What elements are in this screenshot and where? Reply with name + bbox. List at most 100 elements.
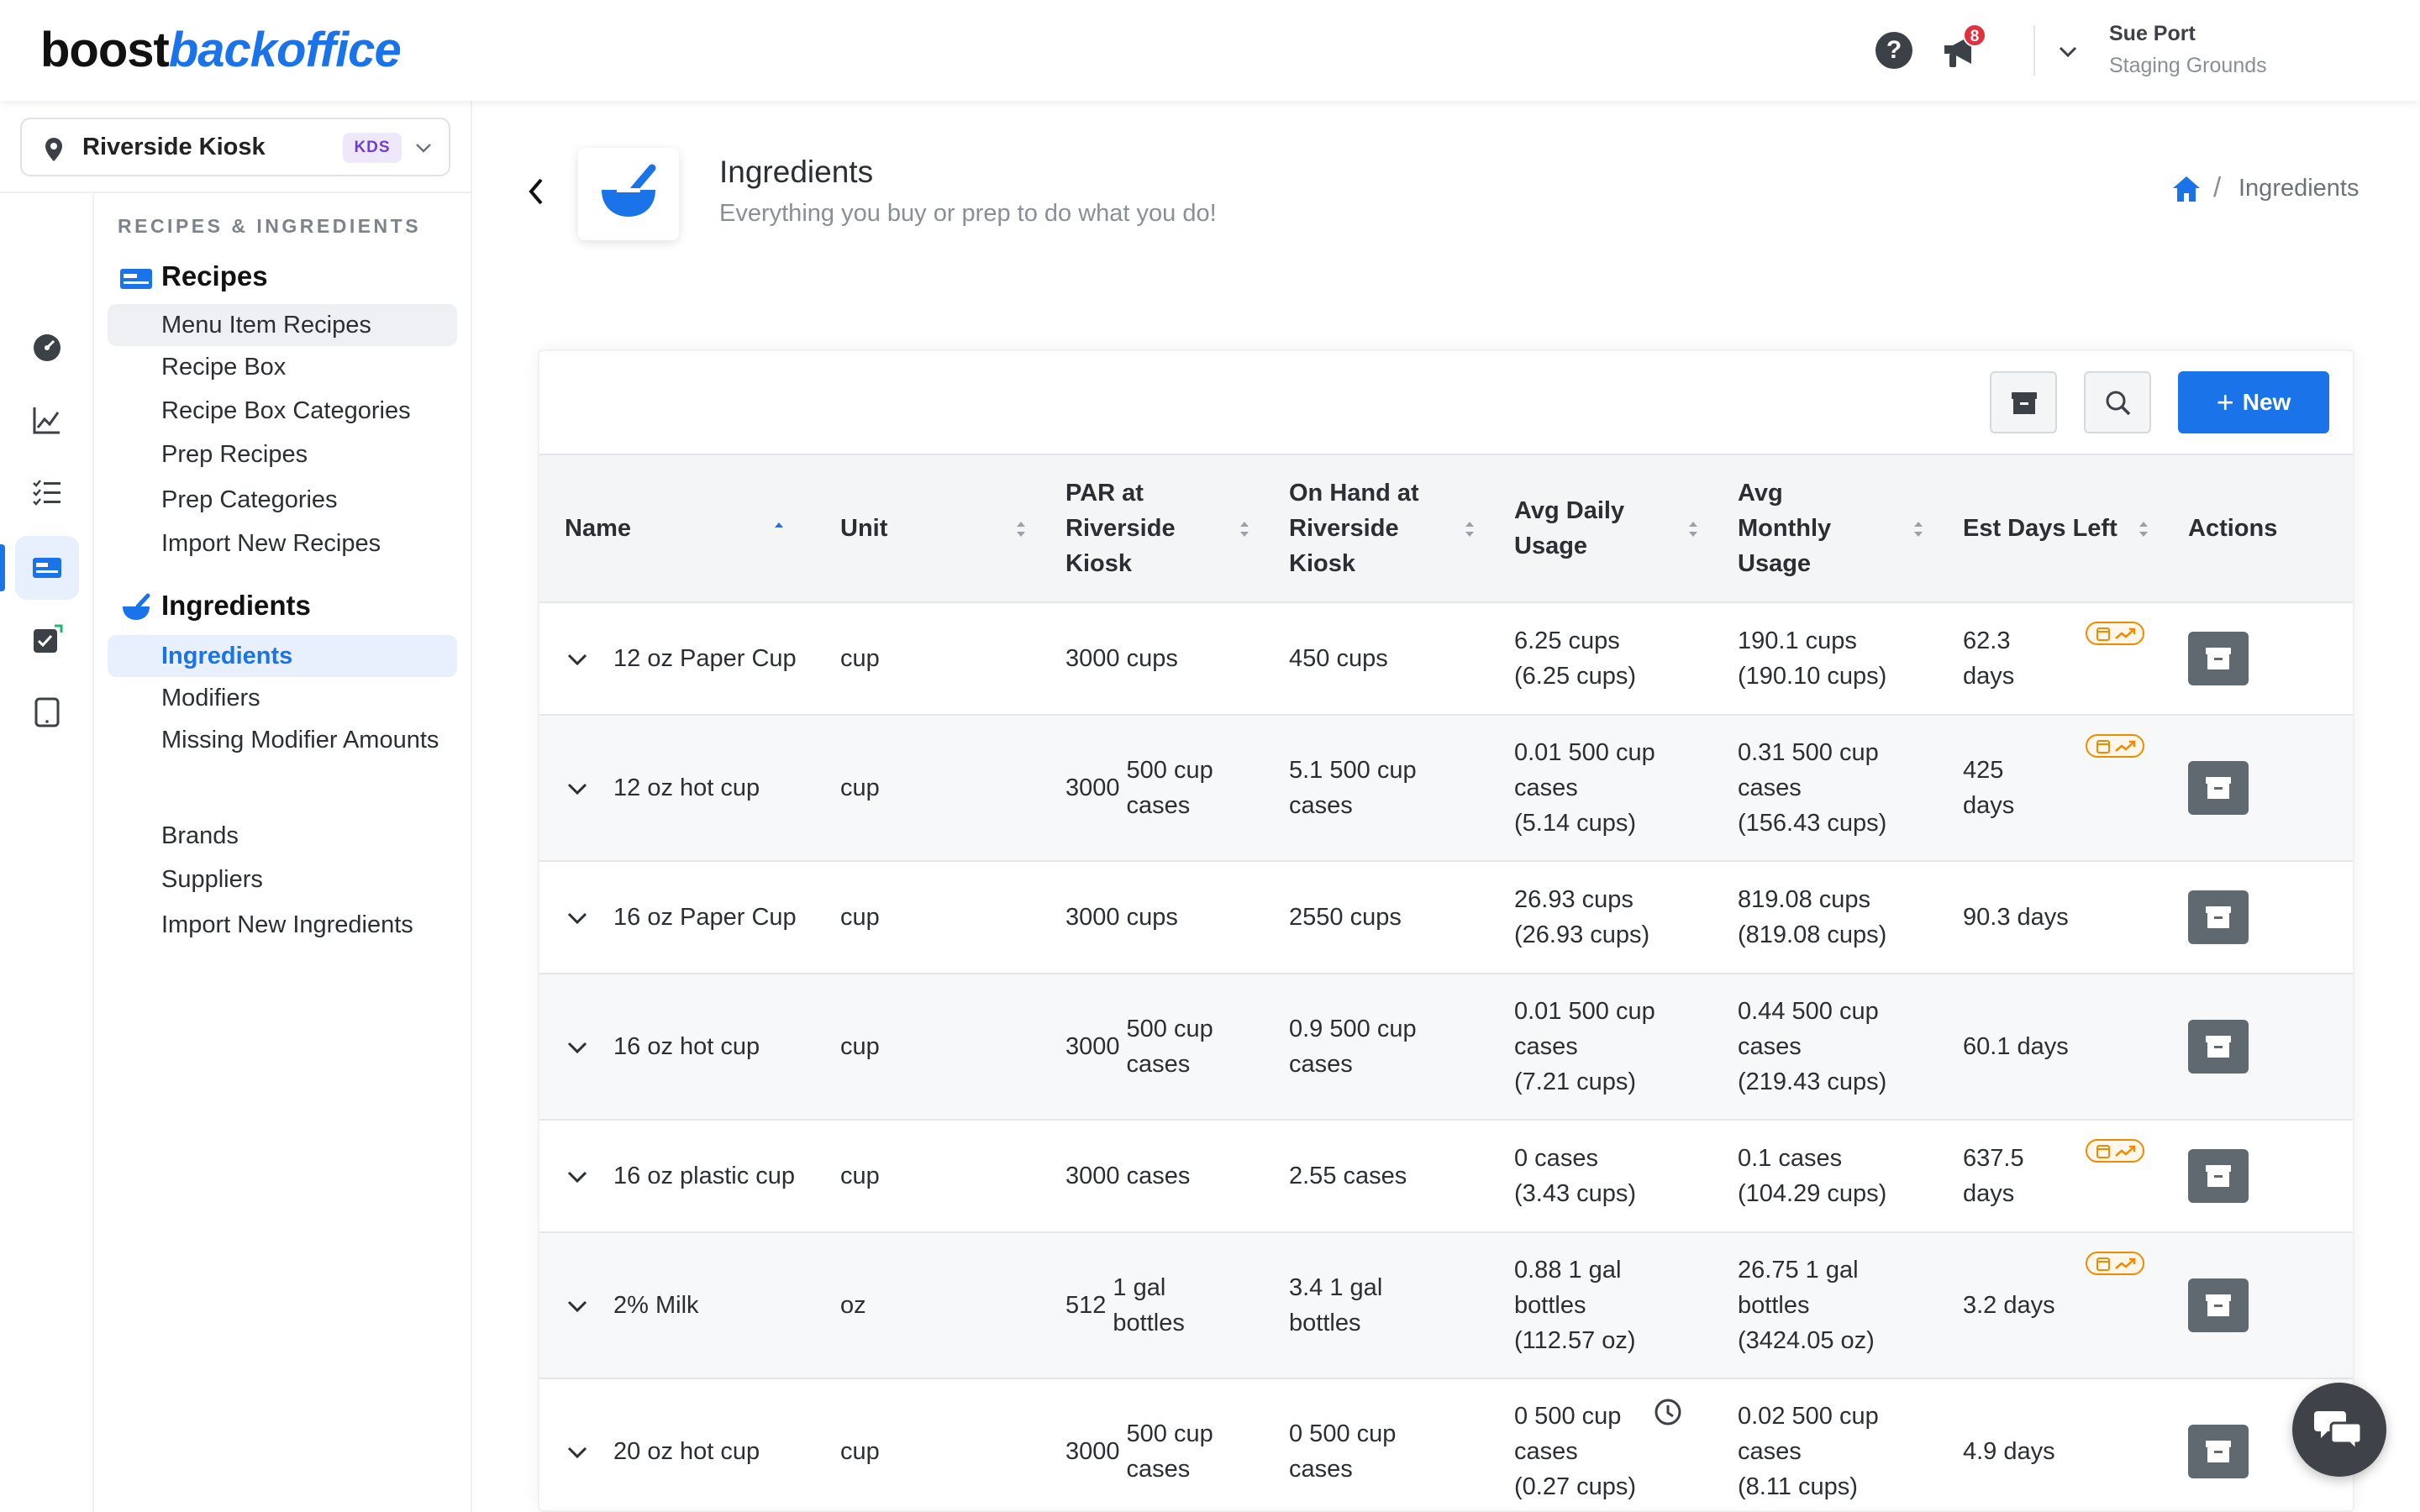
column-header-avg-monthly[interactable]: Avg Monthly Usage bbox=[1712, 454, 1938, 603]
usage-trend-badge[interactable] bbox=[2086, 1252, 2144, 1275]
reports-rail-button[interactable] bbox=[15, 388, 79, 452]
cell-unit: cup bbox=[815, 974, 1040, 1121]
ingredient-name[interactable]: 12 oz Paper Cup bbox=[613, 645, 797, 672]
nav-group-recipes[interactable]: Recipes bbox=[161, 260, 268, 292]
cell-est-days-left: 637.5 days bbox=[1938, 1120, 2163, 1233]
table-row[interactable]: 12 oz Paper Cup cup 3000 cups 450 cups 6.25 … bbox=[539, 602, 2353, 716]
chevron-down-icon[interactable] bbox=[565, 1035, 590, 1060]
dashboard-rail-button[interactable] bbox=[15, 316, 79, 380]
usage-trend-badge[interactable] bbox=[2086, 622, 2144, 645]
chevron-left-icon[interactable] bbox=[523, 176, 550, 207]
usage-trend-badge[interactable] bbox=[2086, 1139, 2144, 1163]
cell-avg-monthly: 26.75 1 gal bottles (3424.05 oz) bbox=[1712, 1232, 1938, 1379]
calendar-trend-icon bbox=[2096, 1257, 2136, 1271]
chevron-down-icon[interactable] bbox=[565, 1294, 590, 1319]
sort-icon bbox=[2139, 522, 2148, 537]
cell-on-hand: 450 cups bbox=[1264, 602, 1489, 716]
par-value: 3000 cases bbox=[1065, 1163, 1191, 1189]
archive-filter-button[interactable] bbox=[1990, 371, 2057, 433]
nav-item-recipe-box-categories[interactable]: Recipe Box Categories bbox=[108, 395, 457, 427]
nav-item-brands[interactable]: Brands bbox=[108, 820, 457, 852]
chevron-down-icon[interactable] bbox=[565, 1164, 590, 1189]
nav-item-ingredients[interactable]: Ingredients bbox=[108, 635, 457, 677]
nav-item-modifiers[interactable]: Modifiers bbox=[108, 682, 457, 714]
archive-row-button[interactable] bbox=[2188, 890, 2249, 944]
map-pin-icon bbox=[45, 138, 62, 161]
nav-item-prep-categories[interactable]: Prep Categories bbox=[108, 484, 457, 516]
question-circle-icon[interactable]: ? bbox=[1876, 32, 1912, 69]
cell-avg-monthly: 0.44 500 cup cases (219.43 cups) bbox=[1712, 974, 1938, 1121]
nav-item-import-new-recipes[interactable]: Import New Recipes bbox=[108, 528, 457, 559]
ingredient-name[interactable]: 16 oz plastic cup bbox=[613, 1163, 795, 1189]
table-row[interactable]: 16 oz Paper Cup cup 3000 cups 2550 cups 26.9… bbox=[539, 861, 2353, 974]
chat-button[interactable] bbox=[2292, 1383, 2386, 1477]
days-left-value: 60.1 days bbox=[1963, 1033, 2069, 1060]
nav-item-suppliers[interactable]: Suppliers bbox=[108, 864, 457, 895]
nav-group-ingredients[interactable]: Ingredients bbox=[161, 590, 311, 622]
daily-usage-secondary: (112.57 oz) bbox=[1514, 1327, 1636, 1354]
ingredient-name[interactable]: 12 oz hot cup bbox=[613, 774, 760, 801]
chevron-down-icon[interactable] bbox=[565, 906, 590, 931]
column-header-unit[interactable]: Unit bbox=[815, 454, 1040, 603]
nav-item-recipe-box[interactable]: Recipe Box bbox=[108, 351, 457, 383]
nav-item-prep-recipes[interactable]: Prep Recipes bbox=[108, 438, 457, 470]
column-header-on-hand[interactable]: On Hand at Riverside Kiosk bbox=[1264, 454, 1489, 603]
archive-row-button[interactable] bbox=[2188, 1020, 2249, 1074]
days-left-value: 62.3 days bbox=[1963, 627, 2015, 690]
chevron-down-icon[interactable] bbox=[565, 1440, 590, 1465]
ingredient-name[interactable]: 16 oz hot cup bbox=[613, 1033, 760, 1060]
nav-item-missing-modifier-amounts[interactable]: Missing Modifier Amounts bbox=[108, 726, 457, 754]
tablet-rail-button[interactable] bbox=[15, 680, 79, 744]
archive-row-button[interactable] bbox=[2188, 1278, 2249, 1332]
cell-unit: cup bbox=[815, 602, 1040, 716]
table-row[interactable]: 20 oz hot cup cup 3000 500 cup cases 0 500 c… bbox=[539, 1378, 2353, 1510]
cell-actions bbox=[2163, 861, 2353, 974]
cell-par: 512 1 gal bottles bbox=[1040, 1232, 1264, 1379]
tasks-rail-button[interactable] bbox=[15, 460, 79, 524]
topbar-divider bbox=[2033, 25, 2035, 76]
archive-row-button[interactable] bbox=[2188, 1425, 2249, 1478]
location-selector[interactable]: Riverside Kiosk KDS bbox=[20, 118, 450, 176]
user-name[interactable]: Sue Port bbox=[2109, 22, 2196, 46]
chevron-down-icon[interactable] bbox=[565, 647, 590, 672]
cell-name: 2% Milk bbox=[539, 1232, 815, 1379]
table-row[interactable]: 2% Milk oz 512 1 gal bottles 3.4 1 gal bottl… bbox=[539, 1232, 2353, 1379]
daily-usage-secondary: (3.43 cups) bbox=[1514, 1180, 1637, 1207]
par-quantity: 512 bbox=[1065, 1292, 1107, 1319]
column-header-par[interactable]: PAR at Riverside Kiosk bbox=[1040, 454, 1264, 603]
table-row[interactable]: 12 oz hot cup cup 3000 500 cup cases 5.1 500… bbox=[539, 715, 2353, 862]
search-button[interactable] bbox=[2084, 371, 2151, 433]
ingredient-name[interactable]: 16 oz Paper Cup bbox=[613, 904, 797, 931]
chat-bubbles-icon bbox=[2314, 1411, 2363, 1453]
nav-item-import-new-ingredients[interactable]: Import New Ingredients bbox=[108, 909, 457, 941]
archive-row-button[interactable] bbox=[2188, 632, 2249, 685]
sort-icon bbox=[1465, 522, 1474, 537]
table-row[interactable]: 16 oz hot cup cup 3000 500 cup cases 0.9 500… bbox=[539, 974, 2353, 1121]
history-icon[interactable] bbox=[1652, 1396, 1684, 1428]
brand-logo[interactable]: boostbackoffice bbox=[40, 22, 402, 78]
home-icon[interactable] bbox=[2171, 175, 2202, 203]
cell-name: 20 oz hot cup bbox=[539, 1378, 815, 1510]
column-header-avg-daily[interactable]: Avg Daily Usage bbox=[1489, 454, 1712, 603]
mortar-pestle-icon bbox=[123, 593, 150, 620]
archive-row-button[interactable] bbox=[2188, 761, 2249, 815]
column-header-est-days-left[interactable]: Est Days Left bbox=[1938, 454, 2163, 603]
usage-trend-badge[interactable] bbox=[2086, 734, 2144, 758]
checklists-rail-button[interactable] bbox=[15, 608, 79, 672]
ingredient-name[interactable]: 2% Milk bbox=[613, 1292, 699, 1319]
cell-on-hand: 2550 cups bbox=[1264, 861, 1489, 974]
nav-item-menu-item-recipes[interactable]: Menu Item Recipes bbox=[108, 304, 457, 346]
table-row[interactable]: 16 oz plastic cup cup 3000 cases 2.55 cases… bbox=[539, 1120, 2353, 1233]
archive-icon bbox=[2206, 1294, 2231, 1316]
chevron-down-icon[interactable] bbox=[565, 776, 590, 801]
ingredients-table: Name Unit PAR at Riverside Kiosk On Hand… bbox=[539, 454, 2353, 1510]
new-ingredient-button[interactable]: + New bbox=[2178, 371, 2329, 433]
recipes-rail-button[interactable] bbox=[15, 536, 79, 600]
cell-est-days-left: 3.2 days bbox=[1938, 1232, 2163, 1379]
archive-row-button[interactable] bbox=[2188, 1149, 2249, 1203]
ingredient-name[interactable]: 20 oz hot cup bbox=[613, 1438, 760, 1465]
cell-actions bbox=[2163, 1232, 2353, 1379]
column-header-name[interactable]: Name bbox=[539, 454, 815, 603]
location-name: Riverside Kiosk bbox=[82, 134, 266, 160]
chevron-down-icon[interactable] bbox=[2055, 39, 2081, 64]
